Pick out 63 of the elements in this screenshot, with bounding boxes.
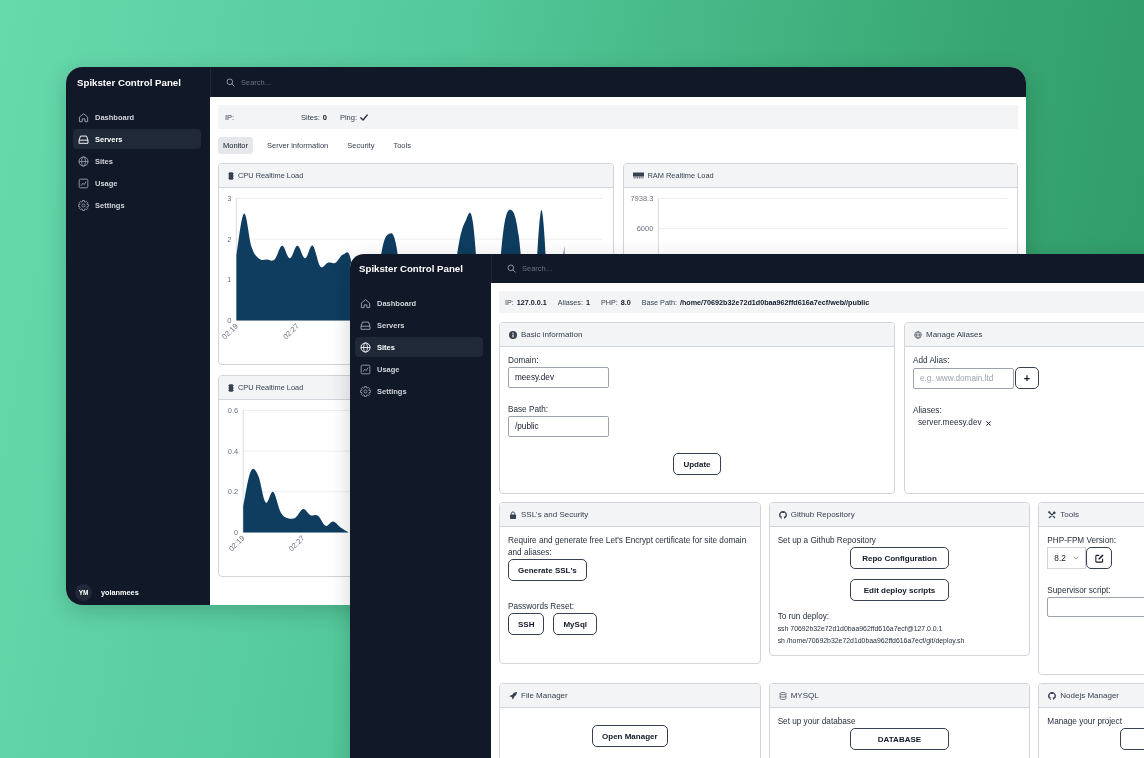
hard-drive-icon xyxy=(360,319,371,331)
card-text: To run deploy: xyxy=(777,611,831,623)
settings-icon xyxy=(360,385,371,397)
globe-icon xyxy=(78,155,89,167)
input-field[interactable]: meesy.dev xyxy=(508,367,609,388)
close-icon[interactable] xyxy=(985,420,991,426)
input-field[interactable]: e.g. www.domain.ltd xyxy=(913,367,1014,389)
card-title: MYSQL xyxy=(790,691,819,700)
app-title: Spikster Control Panel xyxy=(76,75,182,90)
rocket-icon xyxy=(509,691,517,700)
card-text: Manage your project xyxy=(1047,716,1123,728)
card-title: Github Repository xyxy=(790,510,855,519)
field-label: PHP-FPM Version: xyxy=(1047,535,1117,547)
action-button[interactable]: SSH xyxy=(508,613,545,635)
lock-icon xyxy=(509,510,517,519)
field-label: Base Path: xyxy=(508,404,549,416)
action-button[interactable]: Open Manager xyxy=(592,725,668,747)
card-title: Nodejs Manager xyxy=(1060,691,1120,700)
github-icon xyxy=(778,510,787,519)
action-button[interactable]: Update xyxy=(673,453,721,475)
search-icon xyxy=(226,77,235,87)
info-icon xyxy=(509,330,517,339)
card-title: SSL's and Security xyxy=(521,510,589,519)
card-title: File Manager xyxy=(521,691,568,700)
card-text: Set up your database xyxy=(777,716,857,728)
globe-icon xyxy=(914,330,922,339)
action-button[interactable]: Generate SSL's xyxy=(508,559,587,581)
github-icon xyxy=(1048,691,1057,700)
alias-name: server.meesy.dev xyxy=(918,417,982,429)
action-button[interactable]: Edit deploy scripts xyxy=(850,579,949,601)
card-title: Basic information xyxy=(521,330,583,339)
microchip-icon xyxy=(228,383,234,392)
home-icon xyxy=(78,111,89,123)
chart-icon xyxy=(360,363,371,375)
field-label: Domain: xyxy=(508,355,539,367)
card-title: Manage Aliases xyxy=(926,330,983,339)
field-label: Supervisor script: xyxy=(1047,585,1111,597)
hard-drive-icon xyxy=(78,133,89,145)
card-text: Passwords Reset: xyxy=(508,601,575,613)
field-label: Add Alias: xyxy=(913,355,950,367)
edit-button[interactable] xyxy=(1086,547,1113,569)
home-icon xyxy=(360,297,371,309)
app-title: Spikster Control Panel xyxy=(358,262,464,276)
action-button[interactable]: DATABASE xyxy=(850,728,949,750)
chart-icon xyxy=(78,177,89,189)
action-button[interactable]: Repo Configuration xyxy=(850,547,949,569)
chevron-down-icon xyxy=(1073,556,1080,560)
globe-icon xyxy=(360,341,371,353)
microchip-icon xyxy=(228,171,234,180)
card-title: Tools xyxy=(1060,510,1079,519)
input-field[interactable]: /public xyxy=(508,416,609,437)
action-button[interactable]: MySql xyxy=(553,613,597,635)
settings-icon xyxy=(78,199,89,211)
add-button[interactable]: + xyxy=(1015,367,1039,389)
tools-icon xyxy=(1048,510,1057,519)
field-label: Aliases: xyxy=(913,405,943,417)
memory-icon xyxy=(632,172,644,179)
select-field[interactable]: 8.2 xyxy=(1047,547,1087,569)
database-icon xyxy=(778,691,787,700)
search-icon xyxy=(507,264,516,273)
edit-icon xyxy=(1094,553,1104,563)
card-text: Require and generate free Let's Encrypt certificate for site domain and aliases: xyxy=(508,535,748,559)
card-text: Set up a Github Repository xyxy=(777,535,877,547)
